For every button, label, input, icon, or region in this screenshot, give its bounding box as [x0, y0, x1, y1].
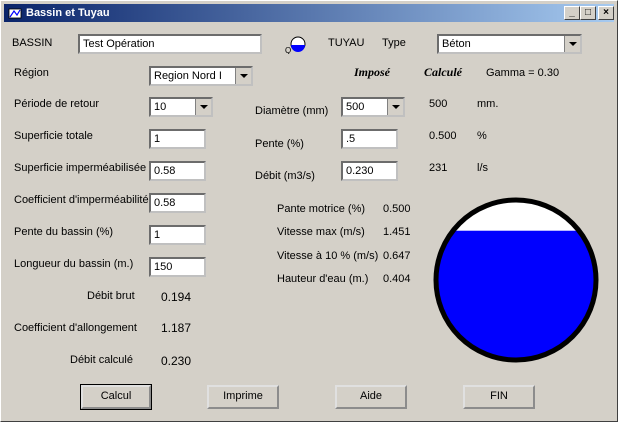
tuyau-label: TUYAU [328, 37, 365, 49]
impose-header: Imposé [354, 65, 390, 79]
periode-select[interactable]: 10 [149, 97, 213, 117]
imprime-button[interactable]: Imprime [207, 385, 279, 409]
superficie-input[interactable]: 1 [149, 129, 206, 149]
diametre-calc-value: 500 [429, 98, 448, 110]
minimize-button[interactable]: _ [564, 6, 580, 20]
debit-brut-label: Débit brut [87, 290, 135, 302]
svg-text:Q: Q [285, 46, 291, 54]
chevron-down-icon[interactable] [387, 99, 403, 115]
chevron-down-icon[interactable] [195, 99, 211, 115]
debit-calc-label: Débit calculé [70, 354, 133, 366]
chevron-down-icon[interactable] [235, 68, 251, 84]
longueur-input[interactable]: 150 [149, 257, 206, 277]
debit-label: Débit (m3/s) [255, 170, 315, 182]
superficie-label: Superficie totale [14, 130, 93, 142]
vitesse-max-label: Vitesse max (m/s) [277, 226, 365, 238]
imper-input[interactable]: 0.58 [149, 161, 206, 181]
pipe-water-level [436, 230, 596, 360]
pente-tuyau-label: Pente (%) [255, 138, 304, 150]
longueur-label: Longueur du bassin (m.) [14, 258, 134, 270]
fin-button[interactable]: FIN [463, 385, 535, 409]
bassin-name-input[interactable]: Test Opération [78, 34, 262, 54]
debit-brut-value: 0.194 [161, 290, 192, 304]
pente-bassin-label: Pente du bassin (%) [14, 226, 114, 238]
pipe-cross-section [433, 197, 599, 363]
imper-label: Superficie imperméabilisée [14, 162, 147, 174]
coef-imper-input[interactable]: 0.58 [149, 193, 206, 213]
hauteur-value: 0.404 [383, 273, 411, 285]
pente-bassin-input[interactable]: 1 [149, 225, 206, 245]
type-label: Type [382, 37, 406, 49]
chevron-down-icon[interactable] [564, 36, 580, 52]
coef-imper-label: Coefficient d'imperméabilité [14, 194, 149, 206]
coef-allong-label: Coefficient d'allongement [14, 322, 137, 334]
debit-unit: l/s [477, 162, 488, 174]
title-bar[interactable]: Bassin et Tuyau _ □ × [4, 4, 614, 22]
app-icon [8, 8, 22, 19]
maximize-button[interactable]: □ [580, 6, 596, 20]
region-label: Région [14, 67, 49, 79]
diametre-unit: mm. [477, 98, 499, 110]
diametre-label: Diamètre (mm) [255, 105, 329, 117]
debit-calc-bassin-value: 0.230 [161, 354, 192, 368]
coef-allong-value: 1.187 [161, 321, 192, 335]
type-select[interactable]: Béton [437, 34, 582, 54]
debit-calc-value: 231 [429, 162, 448, 174]
pante-motrice-label: Pante motrice (%) [277, 203, 366, 215]
vitesse-max-value: 1.451 [383, 226, 411, 238]
vitesse10-value: 0.647 [383, 250, 411, 262]
calcul-button[interactable]: Calcul [80, 384, 152, 410]
hauteur-label: Hauteur d'eau (m.) [277, 273, 369, 285]
pipe-flow-icon[interactable]: Q [284, 36, 306, 54]
periode-label: Période de retour [14, 98, 99, 110]
gamma-value: Gamma = 0.30 [486, 67, 560, 79]
pente-calc-value: 0.500 [429, 130, 457, 142]
aide-button[interactable]: Aide [335, 385, 407, 409]
close-button[interactable]: × [598, 6, 614, 20]
region-select[interactable]: Region Nord I [149, 66, 253, 86]
bassin-label: BASSIN [12, 37, 53, 49]
debit-input[interactable]: 0.230 [341, 161, 398, 181]
calcule-header: Calculé [424, 65, 462, 79]
window-title: Bassin et Tuyau [26, 7, 110, 19]
pente-unit: % [477, 130, 487, 142]
main-window: Bassin et Tuyau _ □ × BASSIN Test Opérat… [0, 0, 618, 422]
pante-motrice-value: 0.500 [383, 203, 411, 215]
diametre-select[interactable]: 500 [341, 97, 405, 117]
pente-tuyau-input[interactable]: .5 [341, 129, 398, 149]
vitesse10-label: Vitesse à 10 % (m/s) [277, 250, 379, 262]
